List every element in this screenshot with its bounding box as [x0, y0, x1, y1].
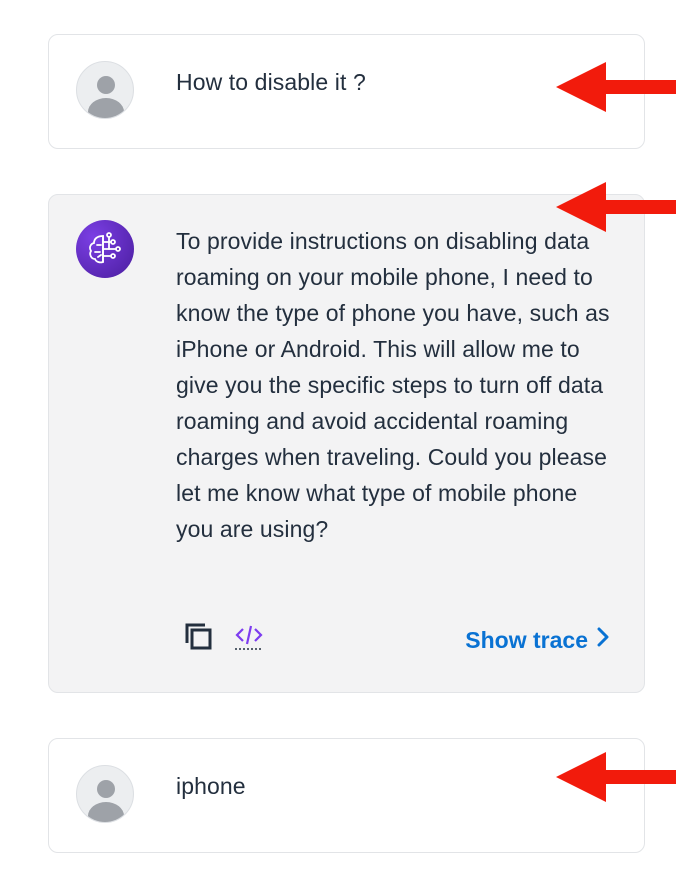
assistant-message-card: To provide instructions on disabling dat…	[48, 194, 645, 693]
chevron-right-icon	[596, 626, 610, 654]
user-message-text: iphone	[176, 773, 246, 799]
assistant-message-text: To provide instructions on disabling dat…	[176, 228, 610, 542]
red-arrow-icon	[556, 182, 676, 237]
user-avatar-icon	[76, 61, 134, 119]
user-message-text: How to disable it ?	[176, 69, 366, 95]
copy-icon[interactable]	[183, 621, 215, 658]
ai-brain-icon	[76, 220, 134, 278]
message-actions	[183, 621, 265, 658]
show-trace-label: Show trace	[465, 626, 588, 653]
red-arrow-icon	[556, 752, 676, 807]
show-trace-link[interactable]: Show trace	[465, 626, 610, 654]
user-avatar-icon	[76, 765, 134, 823]
red-arrow-icon	[556, 62, 676, 117]
code-icon[interactable]	[233, 621, 265, 658]
